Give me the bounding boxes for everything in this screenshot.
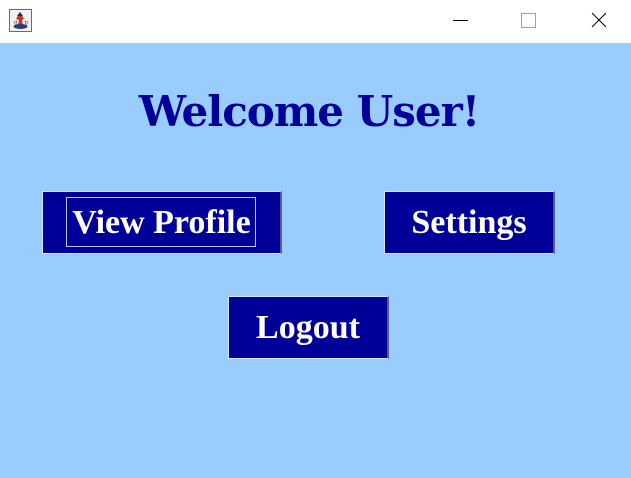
view-profile-label: View Profile: [72, 203, 251, 241]
close-button[interactable]: [576, 0, 622, 43]
view-profile-button[interactable]: View Profile: [42, 191, 282, 254]
settings-button[interactable]: Settings: [384, 191, 555, 254]
minimize-icon: [453, 20, 468, 21]
maximize-icon: [521, 13, 536, 28]
welcome-heading: Welcome User!: [138, 87, 480, 136]
java-duke-icon[interactable]: [9, 9, 32, 32]
minimize-button[interactable]: [437, 0, 483, 43]
app-window: Welcome User! View Profile Settings Logo…: [0, 0, 631, 478]
logout-label: Logout: [256, 308, 360, 346]
settings-label: Settings: [411, 203, 527, 241]
title-bar[interactable]: [0, 0, 631, 43]
close-icon: [591, 12, 607, 28]
maximize-button[interactable]: [506, 0, 552, 43]
logout-button[interactable]: Logout: [228, 296, 389, 359]
main-panel: Welcome User! View Profile Settings Logo…: [0, 43, 631, 478]
